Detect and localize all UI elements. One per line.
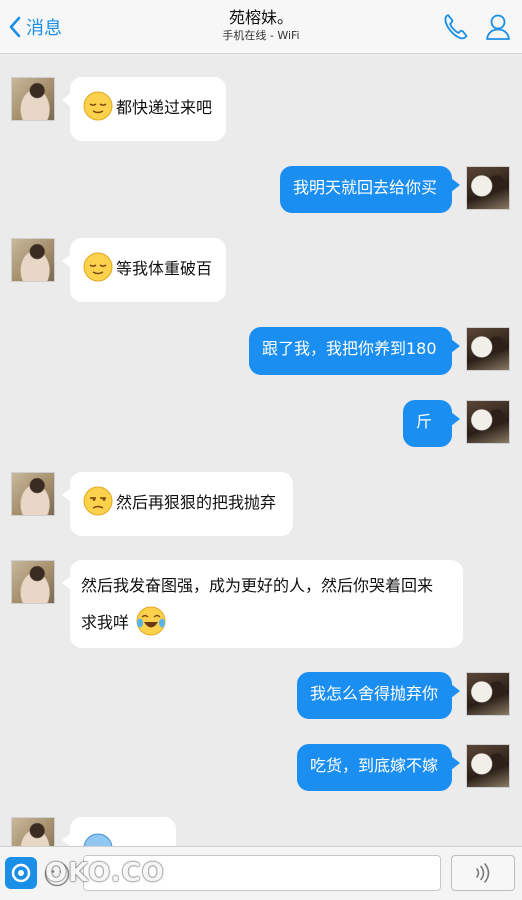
message-bubble-outgoing[interactable]: 斤 bbox=[403, 400, 460, 447]
message-text: 跟了我，我把你养到180 bbox=[262, 339, 437, 358]
message-text: 都快递过来吧 bbox=[116, 98, 213, 117]
my-avatar[interactable] bbox=[466, 672, 510, 716]
contact-avatar[interactable] bbox=[11, 77, 55, 121]
message-bubble-outgoing[interactable]: 我怎么舍得抛弃你 bbox=[297, 672, 460, 719]
message-text: 我明天就回去给你买 bbox=[293, 178, 438, 197]
message-bubble-incoming[interactable]: 然后再狠狠的把我抛弃 bbox=[62, 472, 293, 536]
profile-icon[interactable] bbox=[484, 12, 512, 42]
contact-avatar[interactable] bbox=[11, 560, 55, 604]
message-bubble-outgoing[interactable]: 我明天就回去给你买 bbox=[280, 166, 460, 213]
message-text: 求我咩 bbox=[81, 613, 130, 632]
message-bubble-outgoing[interactable]: 跟了我，我把你养到180 bbox=[249, 327, 460, 375]
message-bubble-incoming[interactable]: 都快递过来吧 bbox=[62, 77, 226, 141]
message-bubble-incoming[interactable]: 然后我发奋图强，成为更好的人，然后你哭着回来 求我咩 bbox=[62, 560, 463, 648]
my-avatar[interactable] bbox=[466, 400, 510, 444]
unamused-emoji bbox=[83, 486, 113, 516]
relieved-emoji bbox=[83, 252, 113, 282]
my-avatar[interactable] bbox=[466, 166, 510, 210]
message-text: 然后我发奋图强，成为更好的人，然后你哭着回来 bbox=[81, 576, 434, 595]
my-avatar[interactable] bbox=[466, 327, 510, 371]
watermark: OKO.CO bbox=[5, 855, 165, 891]
phone-icon[interactable] bbox=[442, 12, 470, 42]
watermark-text: OKO.CO bbox=[45, 858, 165, 888]
contact-avatar[interactable] bbox=[11, 472, 55, 516]
message-text: 我怎么舍得抛弃你 bbox=[310, 684, 439, 703]
message-bubble-outgoing[interactable]: 吃货，到底嫁不嫁 bbox=[297, 744, 460, 791]
chat-header: 消息 苑榕妹。 手机在线 - WiFi bbox=[0, 0, 522, 54]
relieved-emoji bbox=[83, 91, 113, 121]
message-line-2: 求我咩 bbox=[81, 606, 452, 638]
contact-avatar[interactable] bbox=[11, 238, 55, 282]
message-text: 等我体重破百 bbox=[116, 259, 213, 278]
message-text: 吃货，到底嫁不嫁 bbox=[310, 756, 439, 775]
voice-button[interactable] bbox=[451, 855, 515, 891]
message-text: 斤 bbox=[416, 412, 433, 431]
message-bubble-incoming[interactable]: 等我体重破百 bbox=[62, 238, 226, 302]
message-text: 然后再狠狠的把我抛弃 bbox=[116, 493, 277, 512]
voice-icon bbox=[476, 863, 490, 883]
my-avatar[interactable] bbox=[466, 744, 510, 788]
tears-of-joy-emoji bbox=[136, 606, 166, 636]
watermark-logo-icon bbox=[5, 857, 37, 889]
